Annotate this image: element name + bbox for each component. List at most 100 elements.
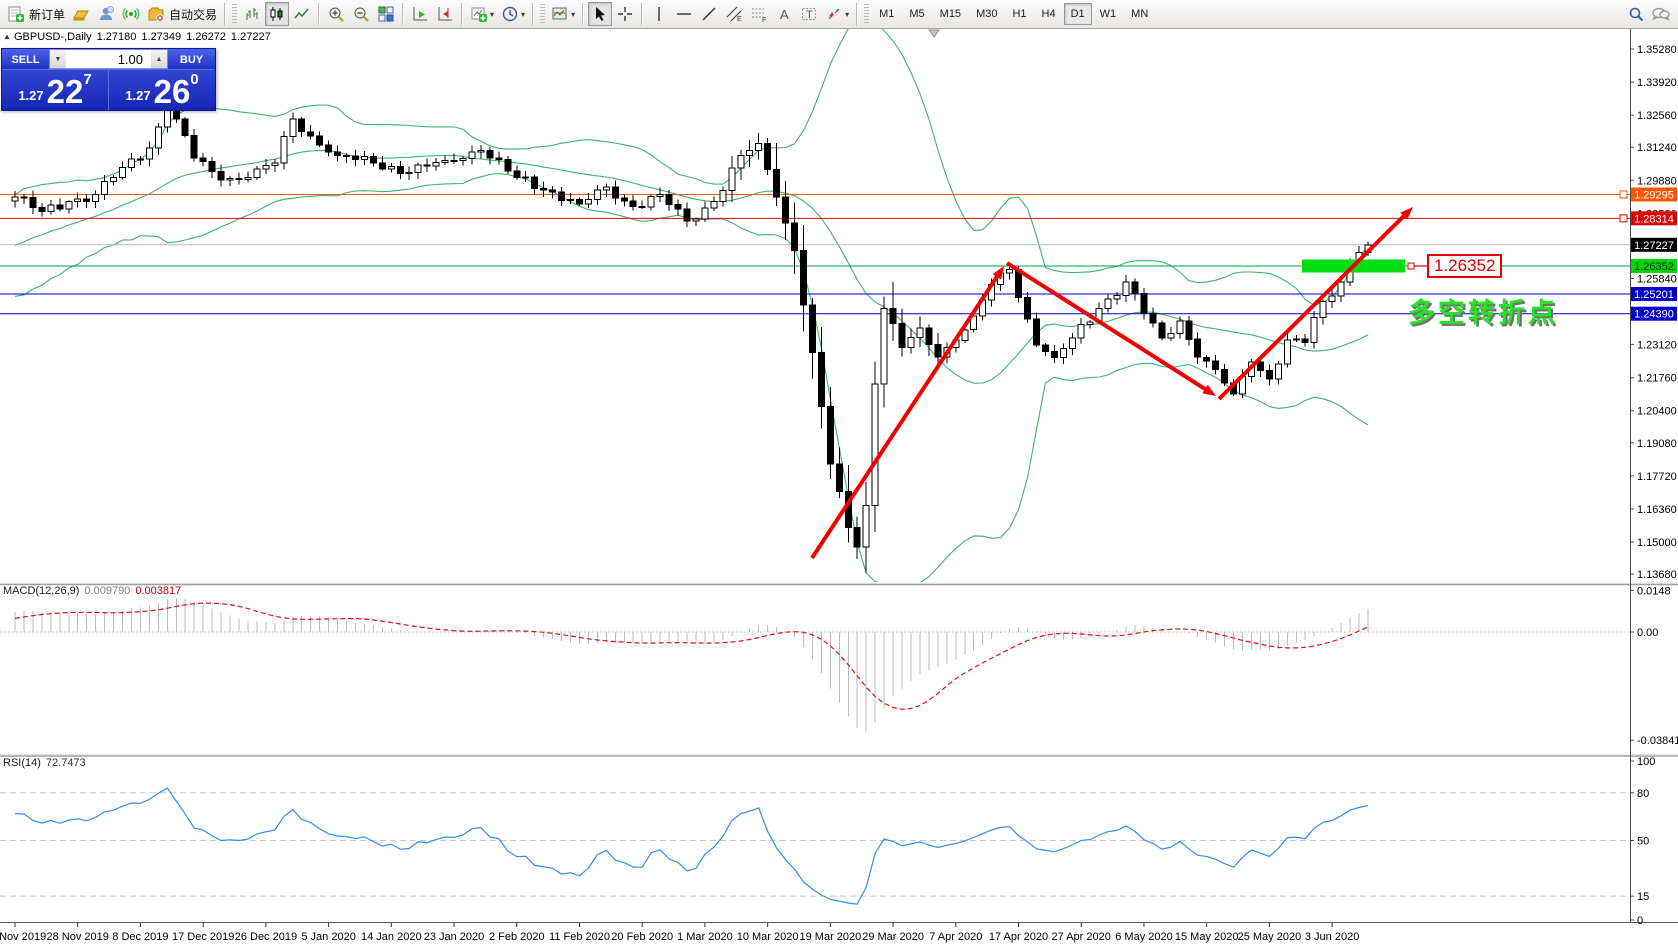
- sell-price-point: 7: [83, 72, 91, 87]
- equidistant-channel-button[interactable]: E: [722, 2, 746, 26]
- toolbar-separator: [582, 3, 584, 25]
- buy-price[interactable]: 1.27260: [108, 70, 215, 110]
- chinese-annotation[interactable]: 多空转折点: [1408, 291, 1558, 330]
- fibonacci-button[interactable]: F: [747, 2, 771, 26]
- text-button[interactable]: A: [772, 2, 796, 26]
- tile-windows-icon: [377, 5, 395, 23]
- svg-text:1.20400: 1.20400: [1637, 406, 1677, 418]
- toolbar-separator: [532, 3, 534, 25]
- volume-input[interactable]: [66, 50, 151, 68]
- chat-icon: [1651, 5, 1671, 23]
- horizontal-level-lines[interactable]: [0, 194, 1630, 313]
- svg-text:8 Dec 2019: 8 Dec 2019: [112, 931, 168, 943]
- vertical-line-button[interactable]: [647, 2, 671, 26]
- volume-increase-button[interactable]: ▲: [151, 50, 167, 68]
- buy-price-point: 0: [190, 72, 198, 87]
- svg-text:15 May 2020: 15 May 2020: [1175, 931, 1239, 943]
- svg-text:6 May 2020: 6 May 2020: [1115, 931, 1172, 943]
- rsi-title: RSI(14)72.7473: [3, 757, 86, 769]
- chart-shift-marker[interactable]: [929, 30, 939, 37]
- svg-text:17 Apr 2020: 17 Apr 2020: [989, 931, 1048, 943]
- buy-button[interactable]: BUY: [168, 49, 215, 69]
- toolbar-grip: [864, 4, 869, 24]
- svg-text:1.15000: 1.15000: [1637, 537, 1677, 549]
- candlestick-chart-button[interactable]: [265, 2, 289, 26]
- dropdown-caret-icon: ▾: [845, 10, 849, 19]
- community-button[interactable]: [94, 2, 118, 26]
- timeframe-m30[interactable]: M30: [969, 3, 1004, 25]
- arrows-button[interactable]: ▾: [822, 2, 852, 26]
- svg-text:1.16360: 1.16360: [1637, 504, 1677, 516]
- rsi-levels: [0, 793, 1630, 896]
- svg-text:1.29295: 1.29295: [1634, 190, 1674, 202]
- text-label-button[interactable]: T: [797, 2, 821, 26]
- timeframe-w1[interactable]: W1: [1093, 3, 1124, 25]
- timeframe-m5[interactable]: M5: [902, 3, 931, 25]
- text-label-icon: T: [800, 5, 818, 23]
- timeframe-m1[interactable]: M1: [872, 3, 901, 25]
- macd-name: MACD(12,26,9): [3, 585, 79, 597]
- toolbar-separator: [641, 3, 643, 25]
- tile-windows-button[interactable]: [374, 2, 398, 26]
- svg-text:1.35280: 1.35280: [1637, 44, 1677, 56]
- trendline-button[interactable]: [697, 2, 721, 26]
- panel-collapse-icon[interactable]: ▲: [3, 32, 11, 41]
- market-icon: [72, 5, 90, 23]
- vertical-line-icon: [650, 5, 668, 23]
- chat-button[interactable]: [1648, 2, 1674, 26]
- sell-price[interactable]: 1.27227: [2, 70, 108, 110]
- periods-button[interactable]: ▾: [498, 2, 528, 26]
- price-level-callout[interactable]: 1.26352: [1427, 254, 1502, 278]
- svg-text:1.31240: 1.31240: [1637, 142, 1677, 154]
- chart-canvas: 1.352801.339201.325601.312401.298801.285…: [0, 0, 1678, 950]
- svg-text:1.25201: 1.25201: [1634, 289, 1674, 301]
- svg-text:-0.038415: -0.038415: [1637, 735, 1678, 747]
- cursor-icon: [591, 5, 609, 23]
- volume-decrease-button[interactable]: ▼: [50, 50, 66, 68]
- templates-icon: [551, 5, 569, 23]
- zoom-in-button[interactable]: [324, 2, 348, 26]
- new-order-button[interactable]: 新订单: [4, 2, 68, 26]
- timeframe-mn[interactable]: MN: [1124, 3, 1155, 25]
- timeframe-m15[interactable]: M15: [933, 3, 968, 25]
- dropdown-caret-icon: ▾: [490, 10, 494, 19]
- chart-shift-icon: [436, 5, 454, 23]
- zoom-out-button[interactable]: [349, 2, 373, 26]
- horizontal-line-button[interactable]: [672, 2, 696, 26]
- one-click-trading-panel: SELL ▼ ▲ BUY 1.27227 1.27260: [1, 48, 216, 111]
- market-button[interactable]: [69, 2, 93, 26]
- macd-signal-line: [15, 603, 1368, 709]
- svg-text:7 Apr 2020: 7 Apr 2020: [929, 931, 982, 943]
- svg-text:26 Dec 2019: 26 Dec 2019: [235, 931, 297, 943]
- auto-scroll-button[interactable]: [408, 2, 432, 26]
- autotrading-button[interactable]: 自动交易: [144, 2, 220, 26]
- svg-text:1.27227: 1.27227: [1634, 240, 1674, 252]
- svg-text:100: 100: [1637, 756, 1655, 768]
- signals-button[interactable]: [119, 2, 143, 26]
- sell-button[interactable]: SELL: [2, 49, 49, 69]
- svg-text:0.0148: 0.0148: [1637, 585, 1671, 597]
- bar-chart-button[interactable]: [240, 2, 264, 26]
- auto-scroll-icon: [411, 5, 429, 23]
- zoom-in-icon: [327, 5, 345, 23]
- svg-text:0: 0: [1637, 915, 1643, 927]
- new-chart-button[interactable]: ▾: [467, 2, 497, 26]
- crosshair-button[interactable]: [613, 2, 637, 26]
- search-button[interactable]: [1624, 2, 1648, 26]
- toolbar-separator: [318, 3, 320, 25]
- timeframe-h1[interactable]: H1: [1005, 3, 1033, 25]
- timeframe-d1[interactable]: D1: [1064, 3, 1092, 25]
- svg-text:1.26352: 1.26352: [1634, 261, 1674, 273]
- toolbar-separator: [224, 3, 226, 25]
- line-chart-button[interactable]: [290, 2, 314, 26]
- arrows-icon: [825, 5, 843, 23]
- macd-signal-value: 0.003817: [135, 585, 181, 597]
- community-icon: [97, 5, 115, 23]
- timeframe-h4[interactable]: H4: [1035, 3, 1063, 25]
- svg-text:50: 50: [1637, 836, 1649, 848]
- chart-shift-button[interactable]: [433, 2, 457, 26]
- templates-button[interactable]: ▾: [548, 2, 578, 26]
- rsi-line: [15, 788, 1368, 904]
- svg-text:1.13680: 1.13680: [1637, 569, 1677, 581]
- cursor-button[interactable]: [588, 2, 612, 26]
